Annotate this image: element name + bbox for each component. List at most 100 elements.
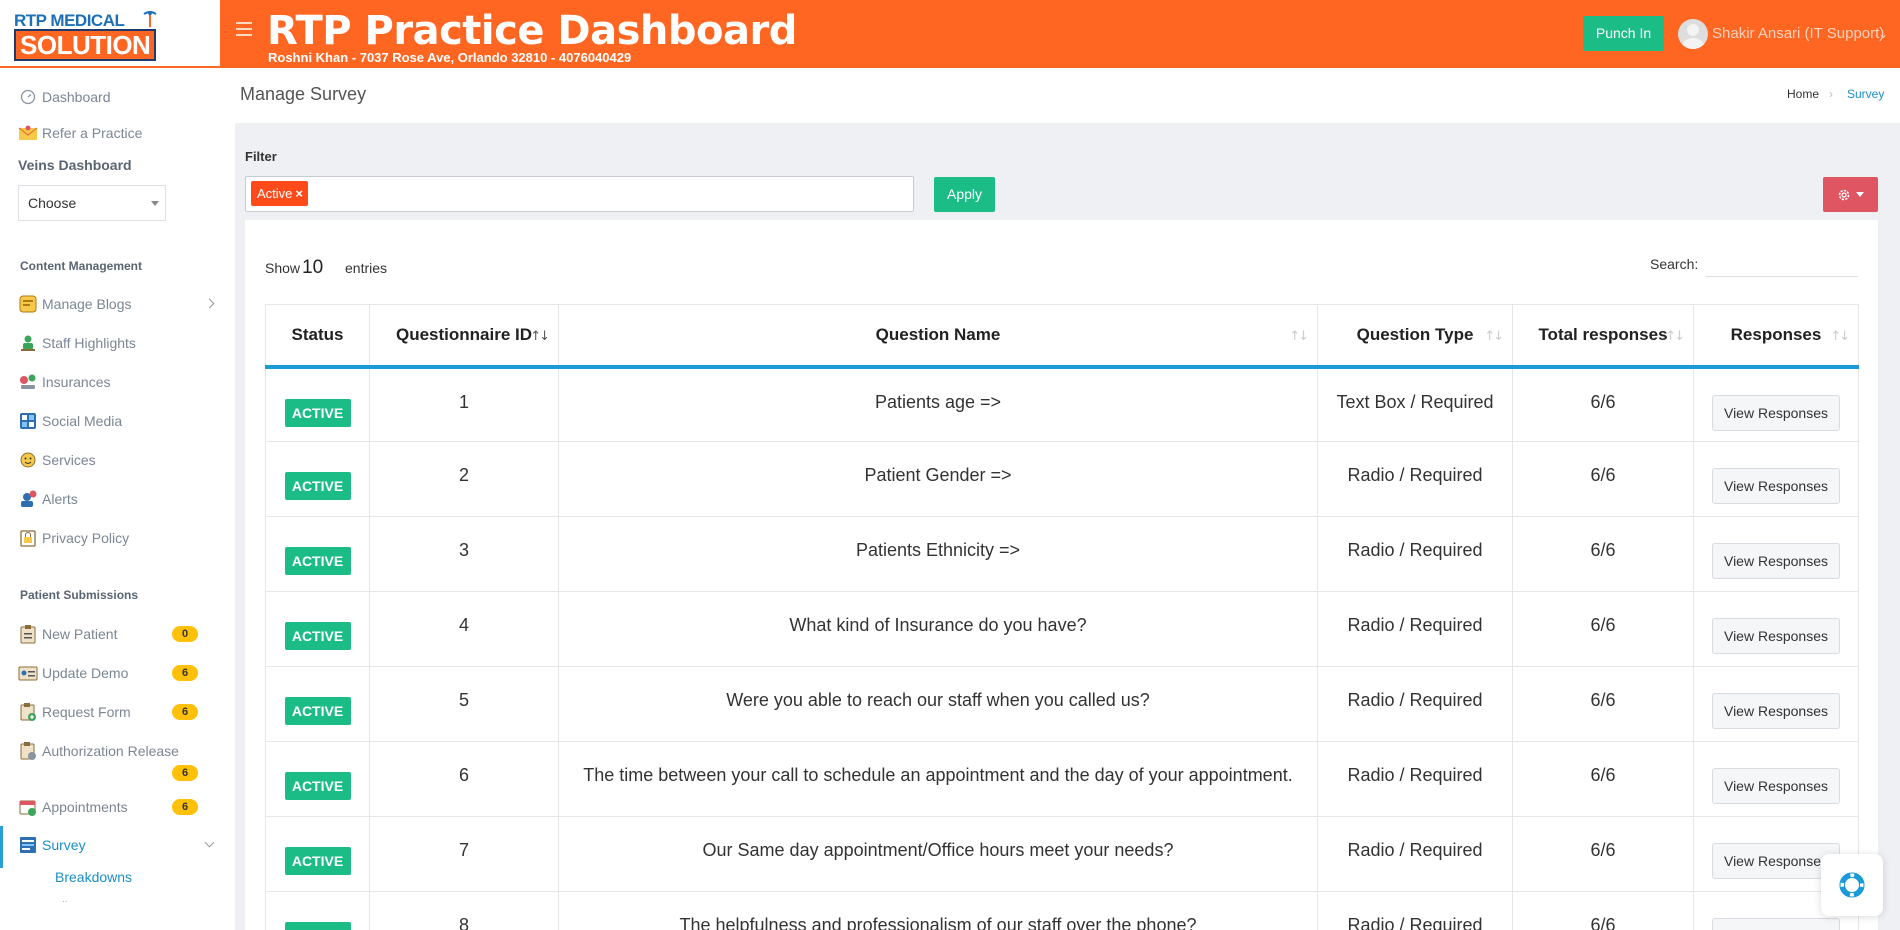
sidebar-item-survey[interactable]: Survey	[0, 831, 235, 859]
sort-icon: ↑↓	[1484, 329, 1504, 344]
question-type: Radio / Required	[1317, 741, 1513, 817]
question-name: Our Same day appointment/Office hours me…	[558, 816, 1318, 892]
survey-icon	[18, 835, 38, 855]
question-type: Radio / Required	[1317, 591, 1513, 667]
status-badge: ACTIVE	[284, 772, 351, 800]
view-responses-button[interactable]: View Responses	[1712, 543, 1840, 579]
survey-table: Status Questionnaire ID ↑↓ Question Name ↑…	[265, 304, 1859, 930]
questionnaire-id: 3	[369, 516, 559, 592]
caret-down-icon	[151, 201, 159, 206]
gear-icon	[1838, 189, 1850, 200]
sidebar-item-new-patient[interactable]: New Patient 0	[0, 620, 235, 648]
table-row: ACTIVE 5 Were you able to reach our staf…	[265, 666, 1859, 742]
breadcrumb-current: Survey	[1847, 87, 1885, 101]
breadcrumb-home[interactable]: Home	[1787, 87, 1819, 101]
sidebar-item-social-media[interactable]: Social Media	[0, 407, 235, 435]
patient-submissions-heading: Patient Submissions	[20, 588, 139, 602]
view-responses-button[interactable]: View Responses	[1712, 918, 1840, 930]
question-name: Patient Gender =>	[558, 441, 1318, 517]
status-badge: ACTIVE	[284, 697, 351, 725]
sidebar-item-label: Appointments	[42, 799, 128, 815]
veins-dashboard-select[interactable]: Choose	[18, 185, 166, 221]
avatar[interactable]	[1678, 19, 1708, 49]
column-label: Questionnaire ID	[395, 324, 533, 344]
table-row: ACTIVE 2 Patient Gender => Radio / Requi…	[265, 441, 1859, 517]
column-header-question-type[interactable]: Question Type ↑↓	[1317, 304, 1513, 369]
view-responses-button[interactable]: View Responses	[1712, 618, 1840, 654]
blog-icon	[18, 294, 38, 314]
count-badge: 6	[172, 704, 198, 720]
apply-button[interactable]: Apply	[934, 177, 995, 212]
total-responses: 6/6	[1512, 591, 1694, 667]
sidebar-item-label: Update Demo	[42, 665, 129, 681]
top-header: RTP MEDICAL SOLUTION RTP Practice Dashbo…	[0, 0, 1900, 68]
count-badge: 6	[172, 799, 198, 815]
sidebar-item-label: Insurances	[42, 374, 111, 390]
sidebar-item-request-form[interactable]: Request Form 6	[0, 698, 235, 726]
sidebar-item-label: Dashboard	[42, 89, 111, 105]
question-type: Radio / Required	[1317, 891, 1513, 930]
veins-dashboard-title: Veins Dashboard	[18, 157, 132, 173]
survey-card: Show 10 entries Search: Status Questionn…	[245, 220, 1878, 930]
chevron-down-icon	[204, 837, 215, 848]
search-input[interactable]	[1706, 249, 1858, 277]
sidebar-item-services[interactable]: Services	[0, 446, 235, 474]
sidebar-item-dashboard[interactable]: Dashboard	[0, 83, 235, 111]
sidebar-item-label: Survey	[42, 837, 86, 853]
column-header-question-name[interactable]: Question Name ↑↓	[558, 304, 1318, 369]
page-size-select[interactable]: 10	[302, 257, 323, 279]
sidebar: Dashboard Refer a Practice Veins Dashboa…	[0, 68, 235, 930]
staff-icon	[18, 333, 38, 353]
column-header-responses[interactable]: Responses ↑↓	[1693, 304, 1859, 369]
view-responses-button[interactable]: View Responses	[1712, 394, 1840, 431]
view-responses-button[interactable]: View Responses	[1712, 768, 1840, 804]
total-responses: 6/6	[1512, 441, 1694, 517]
sidebar-item-alerts[interactable]: Alerts	[0, 485, 235, 513]
sidebar-item-authorization-release[interactable]: Authorization Release	[0, 737, 235, 765]
table-row: ACTIVE 3 Patients Ethnicity => Radio / R…	[265, 516, 1859, 592]
total-responses: 6/6	[1512, 516, 1694, 592]
sidebar-item-privacy-policy[interactable]: Privacy Policy	[0, 524, 235, 552]
page-title: Manage Survey	[240, 84, 367, 104]
status-badge: ACTIVE	[284, 847, 351, 875]
view-responses-button[interactable]: View Responses	[1712, 693, 1840, 729]
sidebar-item-label: New Patient	[42, 626, 118, 642]
help-button[interactable]	[1821, 854, 1883, 916]
user-menu[interactable]: Shakir Ansari (IT Support)	[1712, 25, 1884, 42]
chevron-right-icon	[204, 298, 215, 309]
question-name: The time between your call to schedule a…	[558, 741, 1318, 817]
column-header-status[interactable]: Status	[265, 304, 370, 369]
total-responses: 6/6	[1512, 666, 1694, 742]
view-responses-button[interactable]: View Responses	[1712, 468, 1840, 504]
sidebar-item-appointments[interactable]: Appointments 6	[0, 793, 235, 821]
questionnaire-id: 8	[369, 891, 559, 930]
column-label: Total responses	[1538, 324, 1668, 344]
status-badge: ACTIVE	[284, 398, 351, 427]
sidebar-item-insurances[interactable]: Insurances	[0, 368, 235, 396]
table-row: ACTIVE 6 The time between your call to s…	[265, 741, 1859, 817]
sidebar-item-manage-blogs[interactable]: Manage Blogs	[0, 290, 235, 318]
question-type: Radio / Required	[1317, 816, 1513, 892]
social-media-icon	[18, 411, 38, 431]
settings-dropdown-button[interactable]	[1823, 177, 1878, 212]
chevron-down-icon[interactable]: ⌄	[1878, 27, 1888, 41]
sort-icon: ↑↓	[1289, 329, 1309, 344]
remove-tag-icon[interactable]: ×	[295, 186, 303, 201]
column-header-total-responses[interactable]: Total responses ↑↓	[1512, 304, 1694, 369]
question-name: Patients Ethnicity =>	[558, 516, 1318, 592]
sidebar-item-refer[interactable]: Refer a Practice	[0, 119, 235, 147]
filter-input[interactable]: Active ×	[245, 176, 914, 212]
column-label: Status	[291, 324, 344, 344]
menu-toggle-icon[interactable]	[236, 22, 252, 36]
table-row: ACTIVE 7 Our Same day appointment/Office…	[265, 816, 1859, 892]
punch-in-button[interactable]: Punch In	[1583, 16, 1664, 51]
table-row: ACTIVE 8 The helpfulness and professiona…	[265, 891, 1859, 930]
question-name: Were you able to reach our staff when yo…	[558, 666, 1318, 742]
logo[interactable]: RTP MEDICAL SOLUTION	[0, 0, 220, 68]
sidebar-item-update-demo[interactable]: Update Demo 6	[0, 659, 235, 687]
sidebar-item-staff-highlights[interactable]: Staff Highlights	[0, 329, 235, 357]
status-badge: ACTIVE	[284, 622, 351, 650]
count-badge: 0	[172, 626, 198, 642]
sidebar-subitem-breakdowns[interactable]: Breakdowns	[55, 869, 132, 885]
column-header-questionnaire-id[interactable]: Questionnaire ID ↑↓	[369, 304, 559, 369]
